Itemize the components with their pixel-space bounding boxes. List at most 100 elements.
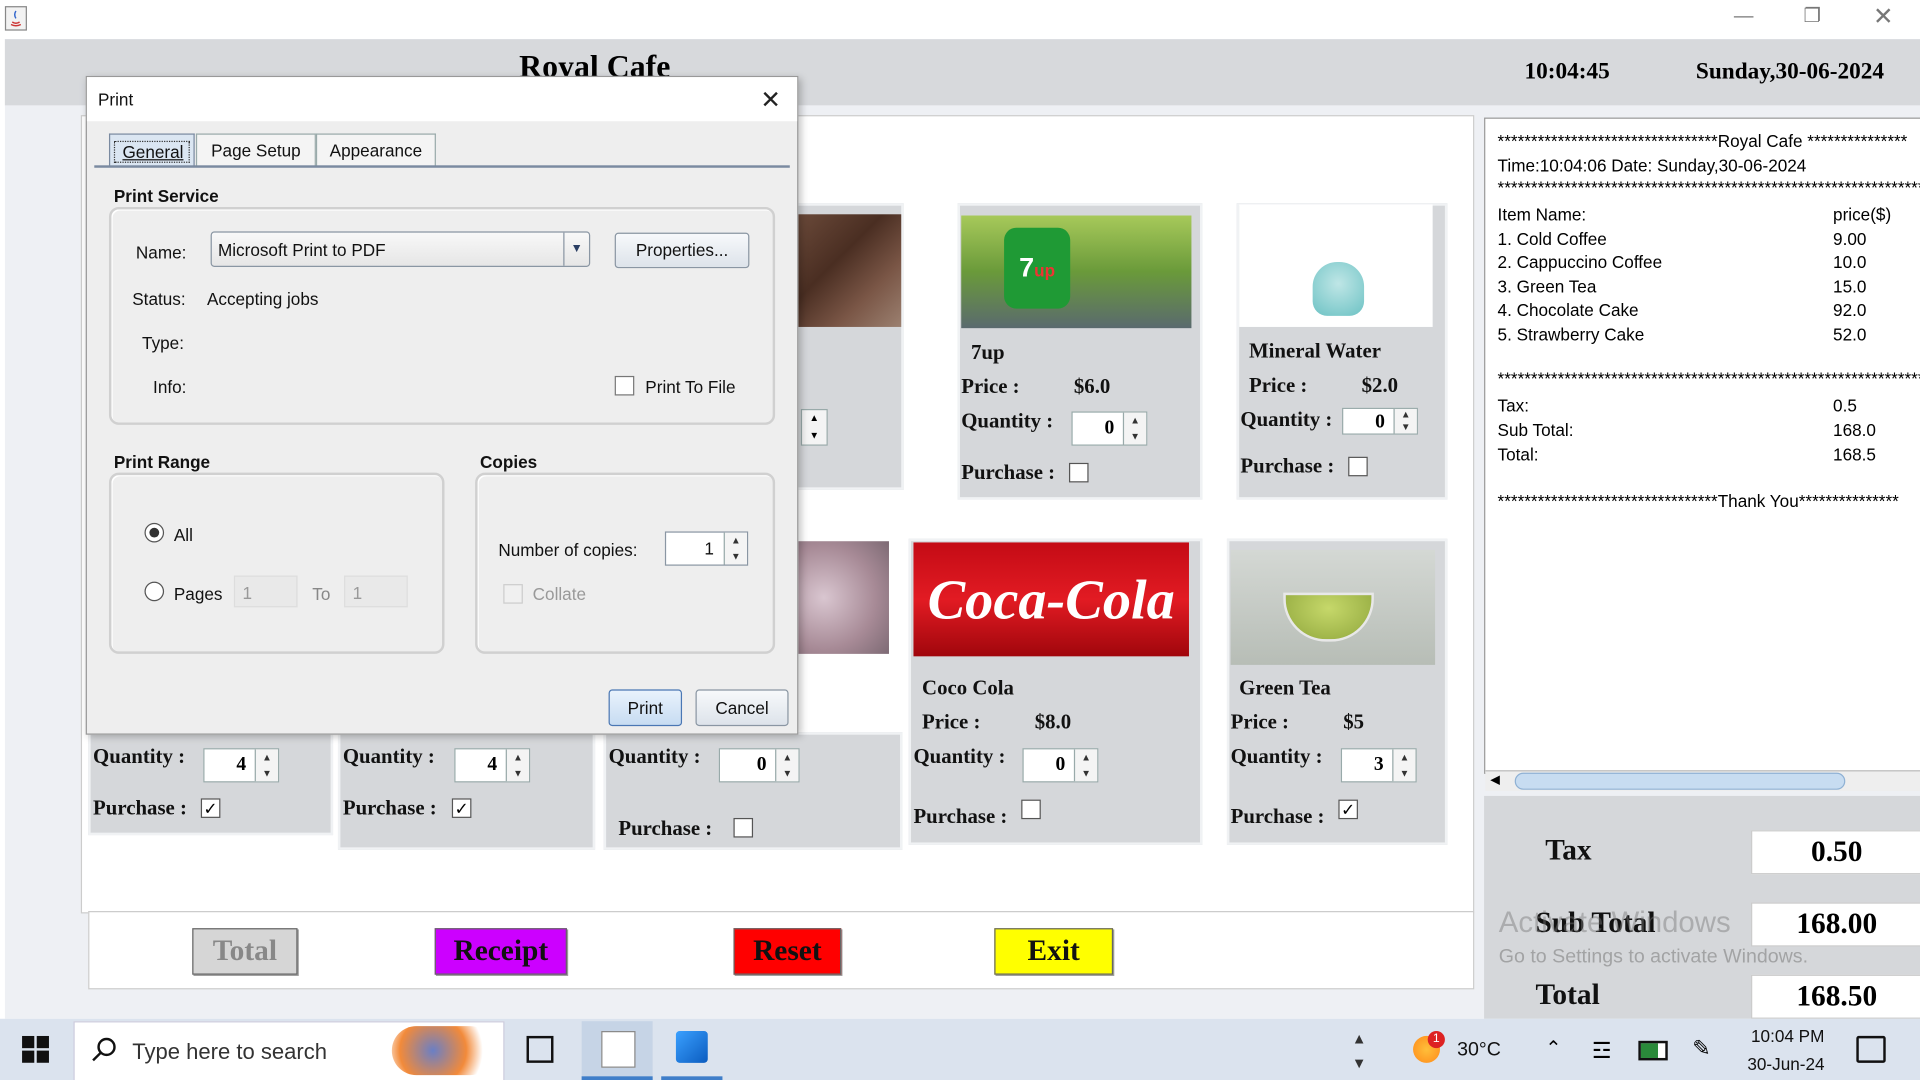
purchase-checkbox[interactable] <box>1021 799 1041 820</box>
stepper-arrows-icon[interactable]: ▲ ▼ <box>775 749 799 782</box>
item-name: Coco Cola <box>922 675 1014 700</box>
tab-page-setup[interactable]: Page Setup <box>195 133 316 167</box>
quantity-value: 0 <box>1104 417 1115 439</box>
purchase-label: Purchase : <box>342 795 437 820</box>
pages-from-input[interactable]: 1 <box>233 575 298 608</box>
quantity-stepper[interactable]: 0 ▲ ▼ <box>718 748 800 783</box>
tab-label: Appearance <box>329 140 423 161</box>
receipt-area[interactable]: *********************************Royal C… <box>1484 117 1920 792</box>
pen-icon[interactable]: ✎ <box>1692 1036 1710 1062</box>
spinner-arrows-partial[interactable]: ▲ ▼ <box>800 408 828 446</box>
receipt-divider: ****************************************… <box>1497 368 1920 389</box>
print-button[interactable]: Print <box>608 689 683 727</box>
quantity-stepper[interactable]: 4 ▲ ▼ <box>454 748 531 783</box>
taskbar-time[interactable]: 10:04 PM <box>1751 1026 1824 1046</box>
stepper-arrows-icon[interactable]: ▲ ▼ <box>254 749 278 782</box>
activate-windows-title: Activate Windows <box>1498 906 1731 940</box>
wifi-icon[interactable]: ☲ <box>1592 1038 1612 1064</box>
number-of-copies-label: Number of copies: <box>498 540 638 560</box>
quantity-stepper[interactable]: 0 ▲ ▼ <box>1342 407 1418 435</box>
windows-start-icon[interactable] <box>22 1035 49 1063</box>
quantity-label: Quantity : <box>608 744 701 768</box>
pages-to-input[interactable]: 1 <box>344 575 408 608</box>
exit-button[interactable]: Exit <box>994 928 1114 975</box>
quantity-stepper[interactable]: 0 ▲ ▼ <box>1071 411 1148 446</box>
receipt-line-item: 2. Cappuccino Coffee <box>1497 252 1663 272</box>
receipt-total-value: 168.5 <box>1833 444 1876 465</box>
price-value: $6.0 <box>1073 374 1111 398</box>
scrollbar-thumb[interactable] <box>1514 772 1846 790</box>
properties-button[interactable]: Properties... <box>614 232 750 269</box>
chevron-down-icon[interactable]: ▼ <box>563 232 589 266</box>
receipt-footer: *********************************Thank Y… <box>1497 491 1899 511</box>
purchase-checkbox[interactable] <box>733 817 754 838</box>
scroll-left-icon[interactable]: ◀ <box>1490 774 1499 787</box>
to-label: To <box>312 584 331 604</box>
receipt-line-item: 4. Chocolate Cake <box>1497 300 1639 320</box>
quantity-label: Quantity : <box>961 408 1054 433</box>
print-to-file-checkbox[interactable] <box>614 375 635 396</box>
cancel-button[interactable]: Cancel <box>695 689 789 727</box>
print-to-file-label: Print To File <box>645 377 736 397</box>
printer-select[interactable]: Microsoft Print to PDF ▼ <box>210 231 591 267</box>
properties-button-label: Properties... <box>635 240 729 260</box>
purchase-checkbox[interactable]: ✓ <box>1338 799 1358 820</box>
dialog-close-icon[interactable]: ✕ <box>760 84 781 115</box>
all-radio[interactable] <box>144 522 165 543</box>
dialog-titlebar <box>86 77 798 122</box>
java-taskbar-app[interactable] <box>581 1021 653 1080</box>
status-label: Status: <box>132 288 186 309</box>
stepper-arrows-icon[interactable]: ▲ ▼ <box>1073 749 1098 782</box>
tab-general[interactable]: General <box>108 133 195 167</box>
quantity-stepper[interactable]: 0 ▲ ▼ <box>1022 748 1099 783</box>
quantity-stepper[interactable]: 4 ▲ ▼ <box>203 748 280 783</box>
quantity-value: 0 <box>756 754 767 776</box>
pages-from-value: 1 <box>242 582 252 603</box>
stepper-arrows-icon[interactable]: ▲ ▼ <box>1122 412 1147 445</box>
quantity-stepper[interactable]: 3 ▲ ▼ <box>1340 748 1417 783</box>
purchase-checkbox[interactable]: ✓ <box>451 798 472 818</box>
reset-button[interactable]: Reset <box>733 928 842 975</box>
window-titlebar: — ❐ ✕ <box>0 0 1920 37</box>
coca-cola-image: Coca-Cola <box>913 542 1189 657</box>
tab-appearance[interactable]: Appearance <box>315 133 436 167</box>
print-range-group <box>108 472 445 654</box>
restore-button[interactable]: ❐ <box>1778 0 1847 37</box>
total-button[interactable]: Total <box>192 928 298 975</box>
quantity-value: 0 <box>1375 411 1385 433</box>
purchase-checkbox[interactable] <box>1348 456 1368 477</box>
all-label: All <box>173 525 193 545</box>
minimize-button[interactable]: — <box>1709 0 1778 37</box>
copies-stepper[interactable]: 1 ▲ ▼ <box>664 531 749 566</box>
search-icon <box>91 1036 118 1069</box>
stepper-arrows-icon[interactable]: ▲ ▼ <box>723 532 747 565</box>
chevron-up-icon[interactable]: ⌃ <box>1545 1036 1561 1060</box>
quantity-value: 4 <box>487 754 498 776</box>
print-service-heading: Print Service <box>113 186 219 206</box>
7up-can-icon: 7up <box>1004 227 1071 309</box>
photos-taskbar-app[interactable] <box>661 1021 723 1080</box>
close-window-button[interactable]: ✕ <box>1849 0 1918 37</box>
purchase-checkbox[interactable] <box>1068 462 1089 483</box>
battery-icon[interactable] <box>1638 1040 1668 1061</box>
collate-checkbox[interactable] <box>503 584 523 604</box>
quantity-value: 3 <box>1373 754 1384 776</box>
notifications-icon[interactable] <box>1856 1035 1886 1063</box>
item-name: Mineral Water <box>1248 339 1381 363</box>
collate-label: Collate <box>532 584 587 604</box>
taskbar-date[interactable]: 30-Jun-24 <box>1747 1054 1824 1074</box>
receipt-line-price: 92.0 <box>1833 300 1867 320</box>
purchase-label: Purchase : <box>961 460 1056 484</box>
horizontal-scrollbar[interactable]: ◀ <box>1485 770 1920 792</box>
name-label: Name: <box>135 242 187 263</box>
task-view-icon[interactable] <box>526 1035 554 1063</box>
7up-image <box>961 215 1192 329</box>
price-label: Price : <box>1248 373 1308 397</box>
pages-radio[interactable] <box>144 581 165 602</box>
stepper-arrows-icon[interactable]: ▲ ▼ <box>1393 408 1417 434</box>
stepper-arrows-icon[interactable]: ▲ ▼ <box>1392 749 1416 782</box>
show-hidden-icons[interactable]: ▲ ▼ <box>1352 1026 1367 1075</box>
receipt-button[interactable]: Receipt <box>434 928 567 975</box>
stepper-arrows-icon[interactable]: ▲ ▼ <box>505 749 529 782</box>
purchase-checkbox[interactable]: ✓ <box>200 798 221 818</box>
